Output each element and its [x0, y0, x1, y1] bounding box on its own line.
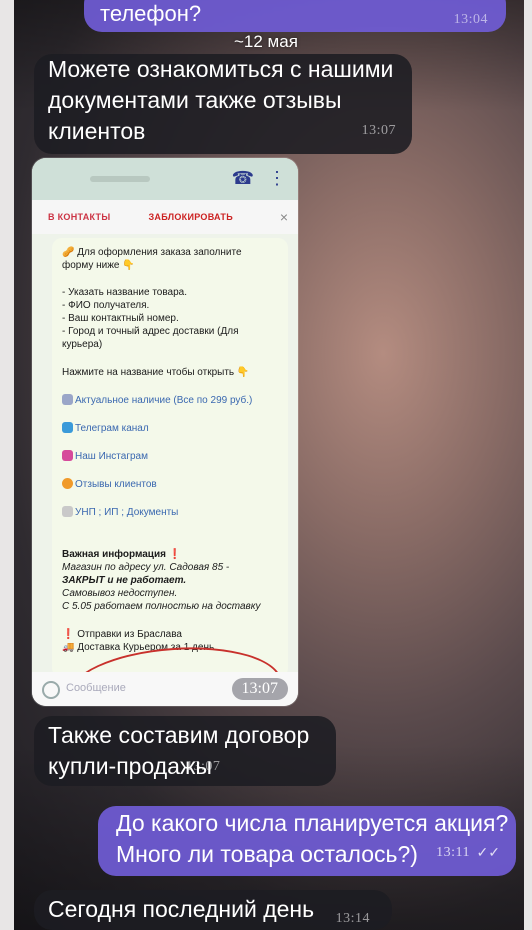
shot-line: ЗАКРЫТ и не работает.	[62, 575, 187, 586]
screenshot-header: ☎ ⋮	[32, 158, 298, 200]
shot-line: форму ниже 👇	[62, 260, 135, 271]
shot-line: 🥜 Для оформления заказа заполните	[62, 247, 242, 258]
outgoing-message[interactable]: До какого числа планируется акция? Много…	[98, 806, 516, 876]
shot-link: УНП ; ИП ; Документы	[62, 506, 178, 519]
shot-line: Магазин по адресу ул. Садовая 85 -	[62, 562, 230, 573]
fire-icon	[62, 478, 73, 489]
message-time: 13:07	[361, 123, 396, 138]
outgoing-message-partial[interactable]: телефон? 13:04	[84, 0, 506, 32]
shot-link: Телеграм канал	[62, 422, 149, 435]
phone-icon: ☎	[231, 168, 254, 188]
incoming-message[interactable]: Сегодня последний день 13:14	[34, 890, 392, 930]
instagram-icon	[62, 450, 73, 461]
screenshot-message: 🥜 Для оформления заказа заполните форму …	[52, 238, 288, 678]
input-placeholder: Сообщение	[66, 682, 126, 694]
shot-line: Самовывоз недоступен.	[62, 588, 178, 599]
shot-line: - Город и точный адрес доставки (Для	[62, 326, 239, 337]
left-border	[0, 0, 14, 930]
shot-line: - Указать название товара.	[62, 287, 188, 298]
chat-screen: телефон? 13:04 ~12 мая Можете ознакомить…	[0, 0, 532, 930]
message-time: 13:11	[436, 845, 470, 860]
add-contact-label: В КОНТАКТЫ	[48, 212, 111, 222]
shot-line: С 5.05 работаем полностью на доставку	[62, 601, 261, 612]
message-text: телефон?	[100, 1, 202, 26]
shot-line: ❗ Отправки из Браслава	[62, 629, 182, 640]
contact-action-bar: В КОНТАКТЫ ЗАБЛОКИРОВАТЬ ×	[32, 200, 298, 234]
shot-line: - ФИО получателя.	[62, 300, 150, 311]
message-text: Можете ознакомиться с нашими документами…	[48, 56, 394, 144]
date-divider: ~12 мая	[234, 32, 298, 51]
message-time: 13:14	[335, 911, 370, 926]
incoming-message[interactable]: Можете ознакомиться с нашими документами…	[34, 54, 412, 154]
more-icon: ⋮	[268, 168, 286, 188]
shot-link: Отзывы клиентов	[62, 478, 157, 491]
message-text: Сегодня последний день	[48, 896, 315, 922]
blurred-title	[90, 176, 150, 182]
read-checks-icon: ✓✓	[476, 844, 500, 860]
shot-line: - Ваш контактный номер.	[62, 313, 179, 324]
close-icon: ×	[279, 209, 288, 225]
shot-line: курьера)	[62, 339, 103, 350]
block-label: ЗАБЛОКИРОВАТЬ	[148, 212, 233, 222]
incoming-message[interactable]: Также составим договор купли-продажы 13:…	[34, 716, 336, 786]
emoji-icon	[42, 681, 60, 699]
telegram-icon	[62, 422, 73, 433]
message-time: 13:07	[186, 759, 221, 774]
image-time-badge: 13:07	[231, 678, 288, 700]
message-time: 13:04	[453, 12, 488, 27]
shot-line: Нажмите на название чтобы открыть 👇	[62, 367, 250, 378]
shot-link: Наш Инстаграм	[62, 450, 148, 463]
document-icon	[62, 506, 73, 517]
shot-link: Актуальное наличие (Все по 299 руб.)	[62, 394, 252, 407]
screenshot-attachment[interactable]: ☎ ⋮ В КОНТАКТЫ ЗАБЛОКИРОВАТЬ × 🥜 Для офо…	[32, 158, 298, 706]
shot-line: Важная информация ❗	[62, 549, 182, 560]
right-border	[524, 0, 532, 930]
calendar-icon	[62, 394, 73, 405]
